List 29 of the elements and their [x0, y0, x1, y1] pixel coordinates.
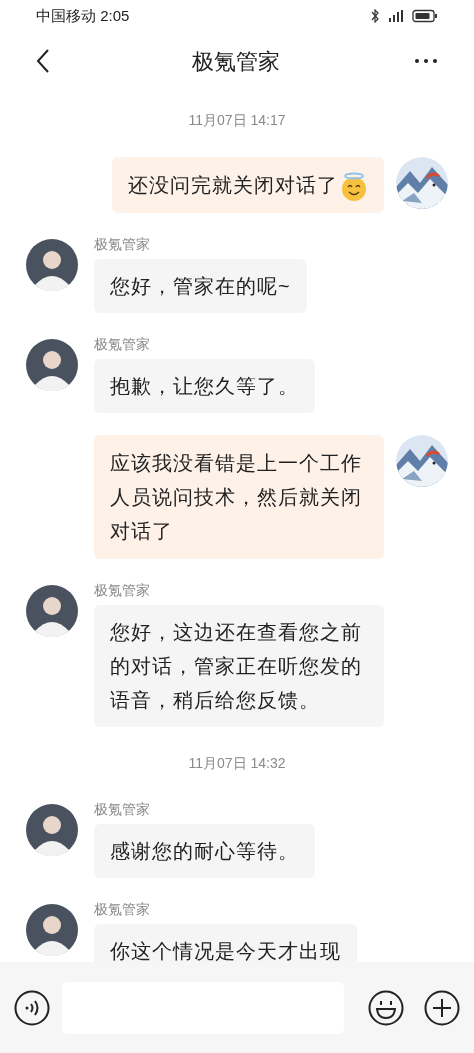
- message-bubble: 您好，这边还在查看您之前的对话，管家正在听您发的语音，稍后给您反馈。: [94, 605, 384, 727]
- message-bubble: 抱歉，让您久等了。: [94, 359, 315, 413]
- sender-name: 极氪管家: [94, 335, 150, 353]
- timestamp: 11月07日 14:32: [188, 754, 286, 773]
- avatar-icon: [26, 239, 78, 291]
- carrier-time: 中国移动 2:05: [36, 5, 130, 26]
- message-bubble: 应该我没看错是上一个工作人员说问技术，然后就关闭对话了: [94, 435, 384, 559]
- emoji-button[interactable]: [368, 989, 404, 1026]
- sender-name: 极氪管家: [94, 581, 150, 599]
- sender-name: 极氪管家: [94, 235, 150, 253]
- timestamp: 11月07日 14:17: [188, 111, 286, 130]
- sender-name: 极氪管家: [94, 900, 150, 918]
- signal-icon: [388, 9, 404, 23]
- voice-button[interactable]: [14, 989, 50, 1026]
- message-bubble: 还没问完就关闭对话了: [112, 157, 384, 213]
- avatar-icon: [26, 585, 78, 637]
- chat-title: 极氪管家: [192, 47, 280, 76]
- avatar-icon: [26, 904, 78, 956]
- message-bubble: 你这个情况是今天才出现: [94, 924, 357, 962]
- battery-icon: [412, 9, 438, 23]
- bluetooth-icon: [370, 9, 380, 23]
- message-bubble: 您好，管家在的呢~: [94, 259, 307, 313]
- back-icon: [36, 48, 50, 74]
- more-icon: [415, 59, 437, 63]
- add-button[interactable]: [424, 989, 460, 1026]
- sender-name: 极氪管家: [94, 800, 150, 818]
- avatar-icon: [26, 804, 78, 856]
- message-bubble: 感谢您的耐心等待。: [94, 824, 315, 878]
- avatar-icon: [26, 339, 78, 391]
